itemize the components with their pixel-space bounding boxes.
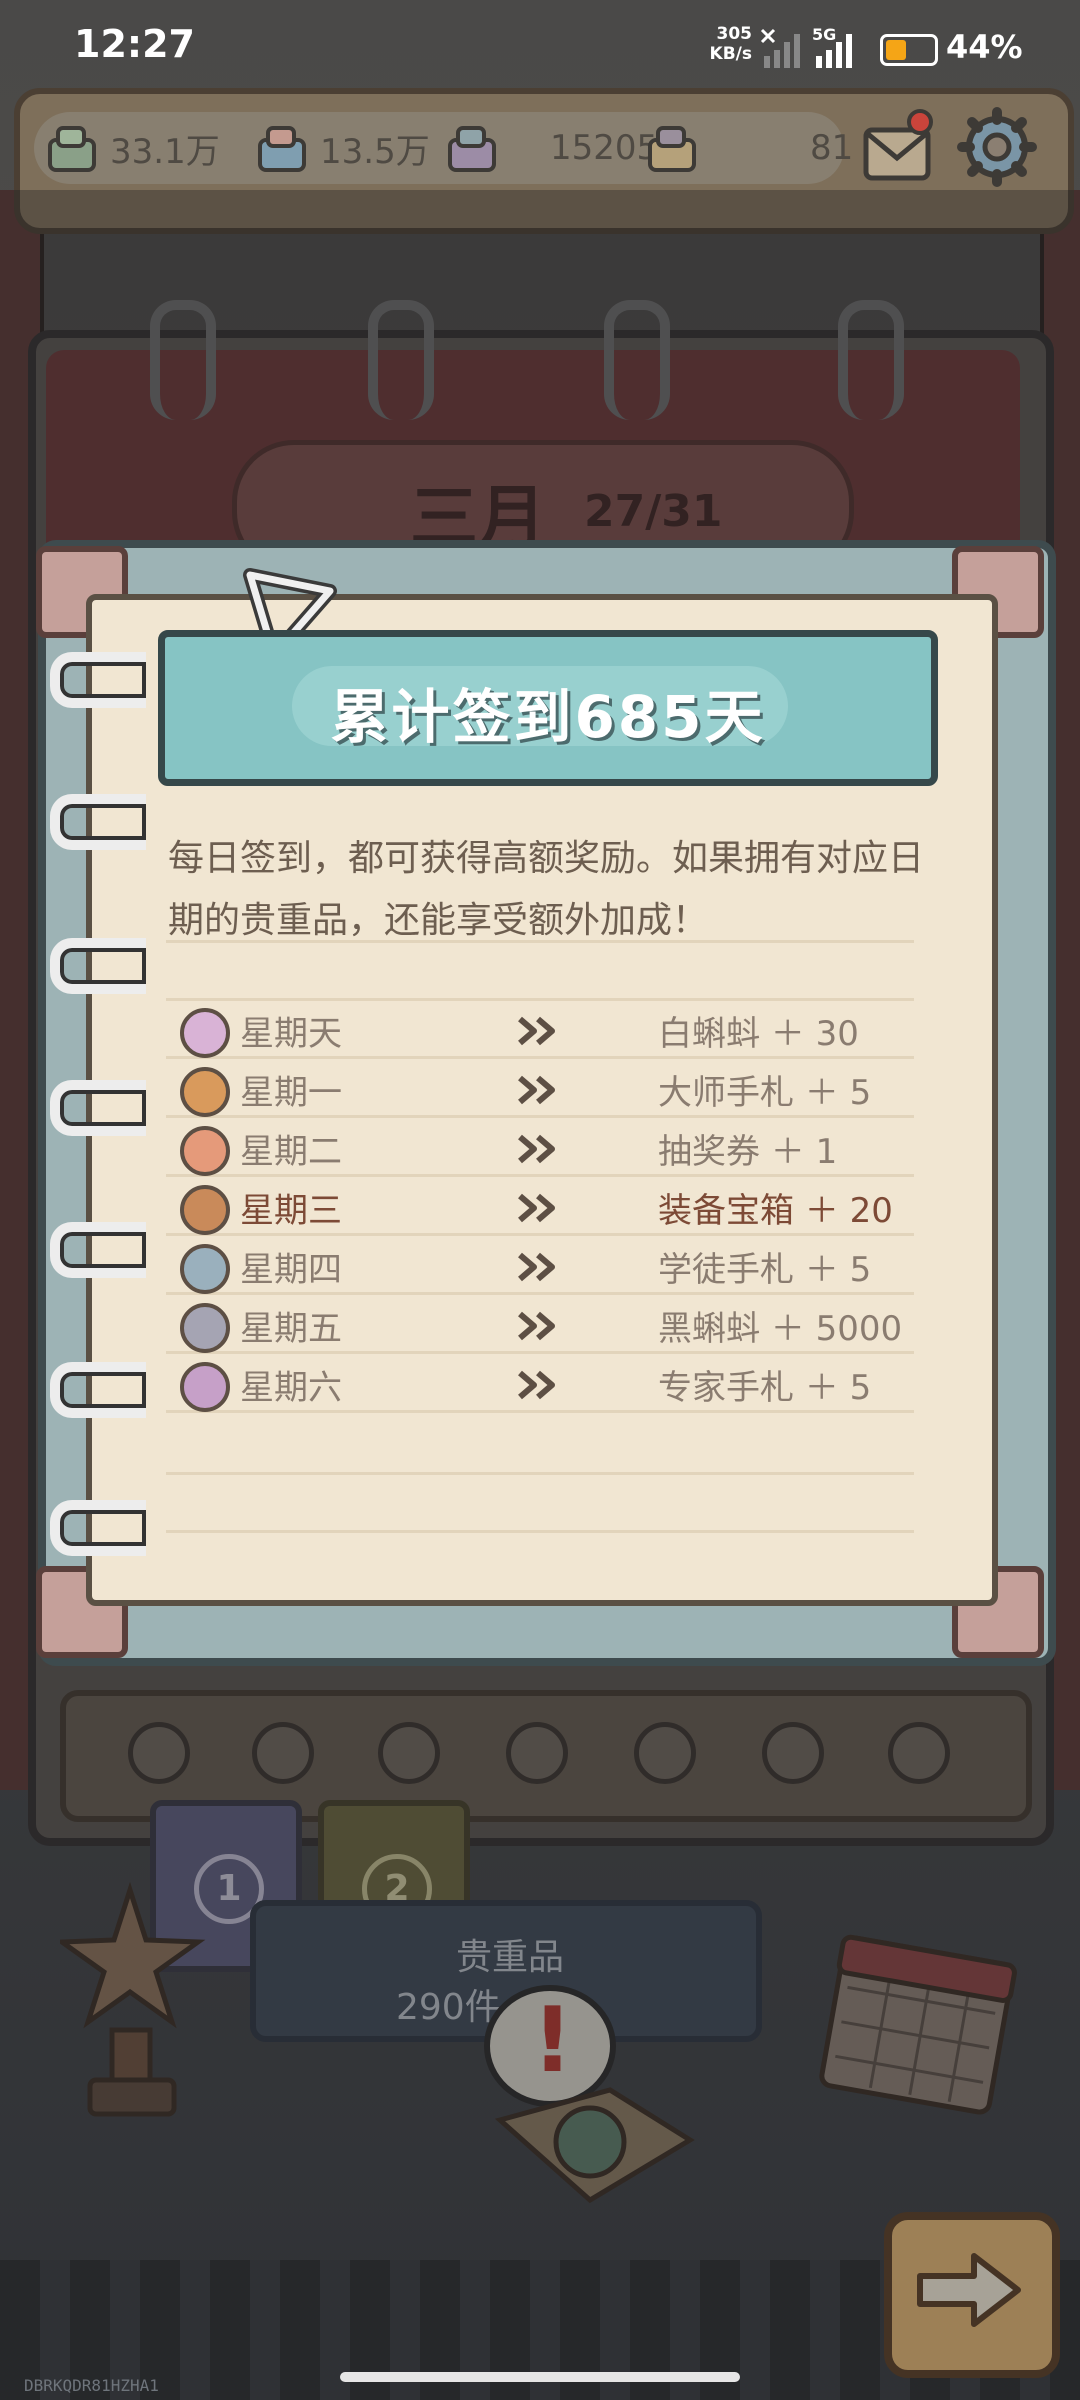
device-serial: DBRKQDR81HZHA1	[24, 2376, 159, 2395]
notebook-ring	[50, 938, 146, 994]
weekday-reward-row: 星期四 学徒手札 ＋ 5	[176, 1238, 936, 1294]
notebook-ring	[50, 1222, 146, 1278]
weekday-reward-row: 星期五 黑蝌蚪 ＋ 5000	[176, 1297, 936, 1353]
network-type-label: 5G	[812, 26, 836, 44]
resource-green[interactable]: 33.1万	[44, 112, 220, 184]
double-chevron-icon	[518, 1075, 555, 1105]
weekday-reward-row: 星期二 抽奖券 ＋ 1	[176, 1120, 936, 1176]
reward-label: 大师手札 ＋ 5	[658, 1073, 872, 1113]
battery-percent: 44%	[946, 28, 1023, 66]
gem-stack-purple-icon	[448, 126, 496, 172]
gem-stack-gold-icon	[648, 126, 696, 172]
home-indicator[interactable]	[340, 2372, 740, 2382]
expert-note-icon	[180, 1362, 230, 1412]
apprentice-note-icon	[180, 1244, 230, 1294]
double-chevron-icon	[518, 1193, 555, 1223]
resource-purple-value: 15205	[550, 128, 659, 168]
signin-total-title: 累计签到685天	[330, 683, 766, 751]
notebook-ring	[50, 1362, 146, 1418]
reward-label: 学徒手札 ＋ 5	[658, 1250, 872, 1290]
gem-stack-blue-icon	[258, 126, 306, 172]
weekday-label: 星期三	[240, 1191, 342, 1231]
double-chevron-icon	[518, 1311, 555, 1341]
reward-label: 抽奖券 ＋ 1	[658, 1132, 838, 1172]
double-chevron-icon	[518, 1370, 555, 1400]
double-chevron-icon	[518, 1252, 555, 1282]
notebook-ring	[50, 794, 146, 850]
page-rule	[166, 998, 914, 1001]
network-speed-value: 305	[716, 24, 753, 44]
weekday-label: 星期一	[240, 1073, 342, 1113]
reward-label: 白蝌蚪 ＋ 30	[658, 1014, 859, 1054]
double-chevron-icon	[518, 1134, 555, 1164]
weekday-label: 星期四	[240, 1250, 342, 1290]
gear-icon[interactable]	[956, 106, 1038, 188]
master-note-icon	[180, 1067, 230, 1117]
reward-label: 装备宝箱 ＋ 20	[658, 1191, 893, 1231]
weekday-reward-row: 星期天 白蝌蚪 ＋ 30	[176, 1002, 936, 1058]
page-rule	[166, 940, 914, 943]
resource-green-value: 33.1万	[110, 131, 220, 172]
resource-blue-value: 13.5万	[320, 131, 430, 172]
signal-icon: 5G	[760, 26, 852, 68]
reward-label: 黑蝌蚪 ＋ 5000	[658, 1309, 903, 1349]
signin-description: 每日签到，都可获得高额奖励。如果拥有对应日期的贵重品，还能享受额外加成！	[168, 838, 925, 941]
notebook-ring	[50, 652, 146, 708]
black-tadpole-icon	[180, 1303, 230, 1353]
lottery-ticket-icon	[180, 1126, 230, 1176]
status-bar: 12:27 305 KB/s 5G 44%	[0, 0, 1080, 90]
network-speed: 305 KB/s	[708, 24, 752, 64]
notebook-ring	[50, 1080, 146, 1136]
resource-blue[interactable]: 13.5万	[254, 112, 430, 184]
white-tadpole-icon	[180, 1008, 230, 1058]
resource-gold-value: 81	[810, 128, 854, 168]
weekday-label: 星期二	[240, 1132, 342, 1172]
weekday-reward-row: 星期六 专家手札 ＋ 5	[176, 1356, 936, 1412]
equipment-chest-icon	[180, 1185, 230, 1235]
battery-icon	[880, 34, 938, 66]
weekday-reward-row: 星期三 装备宝箱 ＋ 20	[176, 1179, 936, 1235]
battery-fill	[886, 40, 906, 60]
page-rule	[166, 1472, 914, 1475]
network-speed-unit: KB/s	[709, 44, 752, 64]
weekday-label: 星期六	[240, 1368, 342, 1408]
double-chevron-icon	[518, 1016, 555, 1046]
mail-notification-dot	[907, 109, 933, 135]
gem-stack-green-icon	[48, 126, 96, 172]
notebook-ring	[50, 1500, 146, 1556]
weekday-reward-row: 星期一 大师手札 ＋ 5	[176, 1061, 936, 1117]
mail-icon[interactable]	[862, 108, 934, 186]
page-rule	[166, 1530, 914, 1533]
weekday-label: 星期天	[240, 1014, 342, 1054]
resource-gold[interactable]: 81	[644, 112, 853, 184]
weekday-label: 星期五	[240, 1309, 342, 1349]
status-time: 12:27	[74, 22, 195, 66]
reward-label: 专家手札 ＋ 5	[658, 1368, 872, 1408]
resource-purple[interactable]: 15205	[444, 112, 658, 184]
